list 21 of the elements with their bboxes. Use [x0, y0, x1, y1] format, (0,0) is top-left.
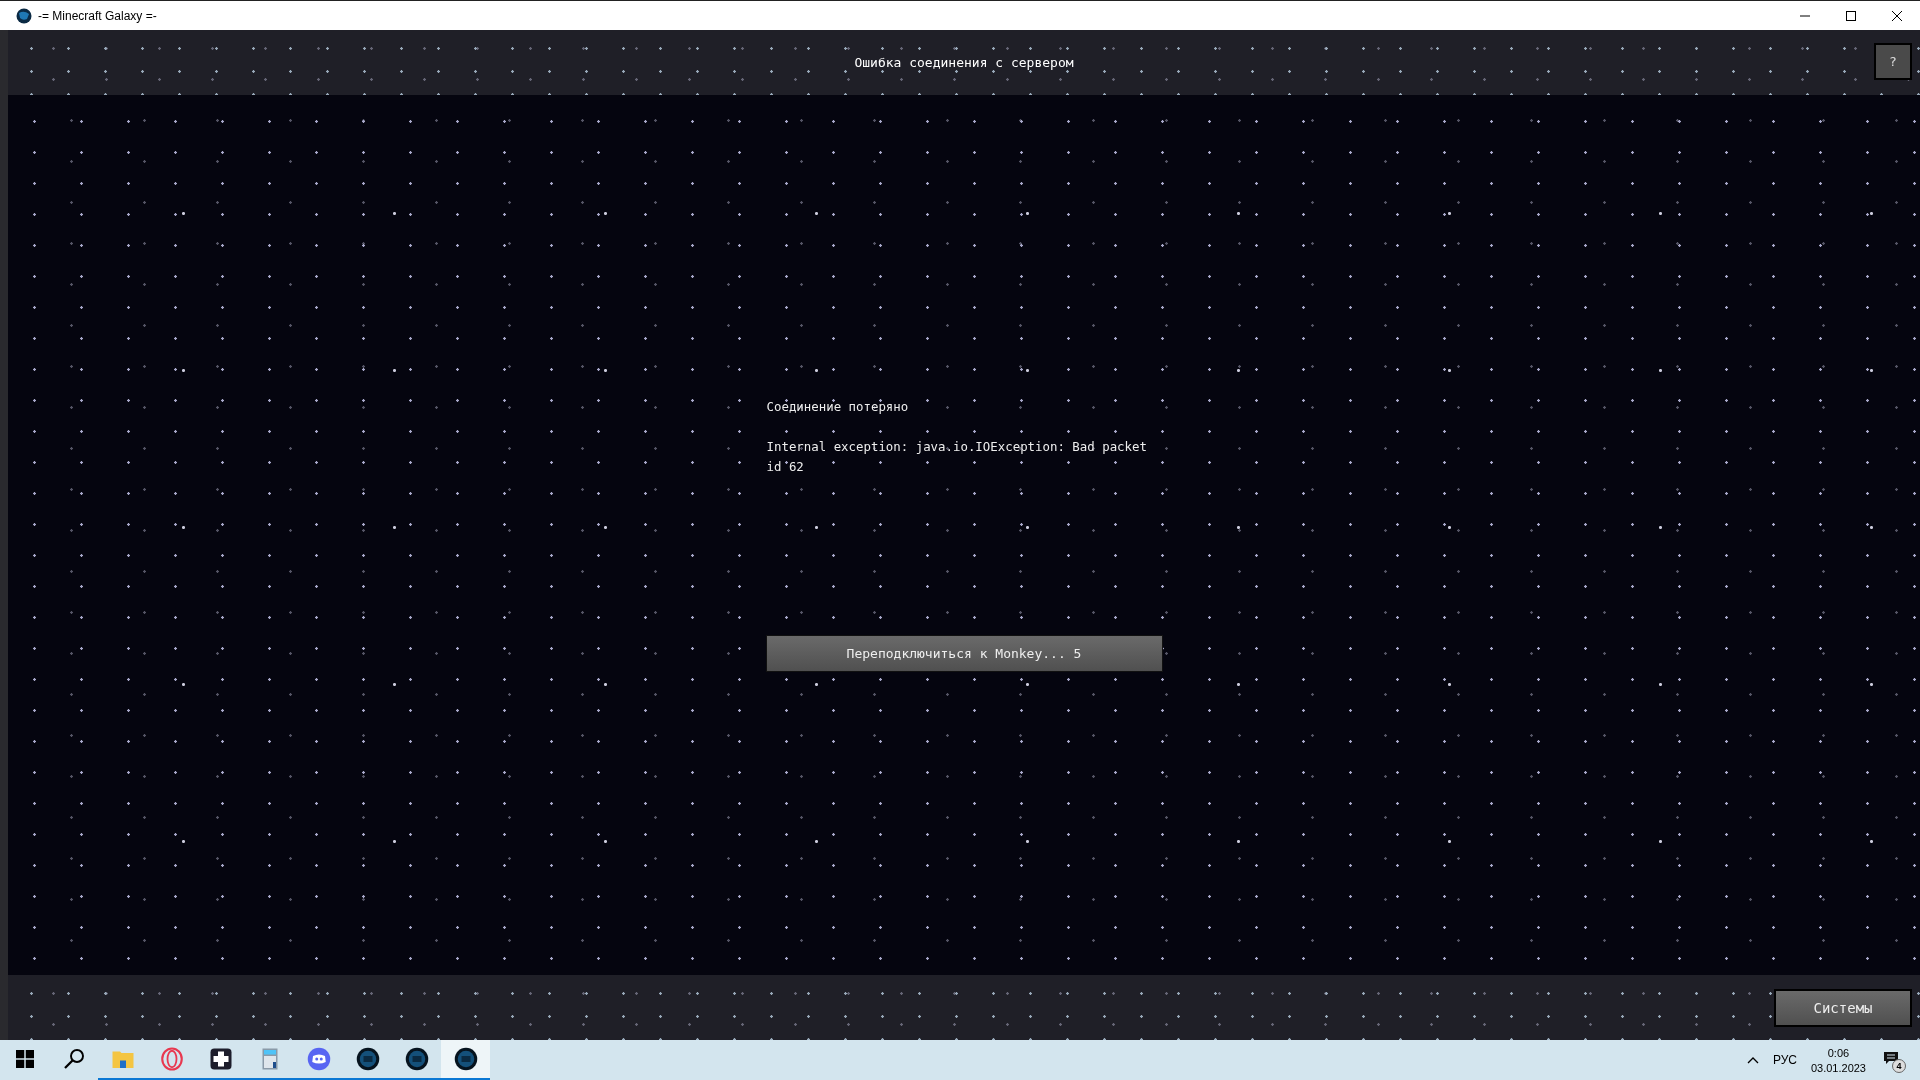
maximize-icon [1846, 10, 1856, 21]
help-button[interactable]: ? [1874, 43, 1912, 80]
caret-icon[interactable] [1746, 1056, 1759, 1064]
ring-icon [159, 1047, 184, 1071]
screen-title: Ошибка соединения с сервером [854, 55, 1074, 70]
cross-icon [208, 1047, 233, 1071]
game-controller-icon [306, 1047, 331, 1071]
globe-icon [404, 1047, 429, 1071]
globe-icon [16, 7, 32, 24]
globe-icon [355, 1047, 380, 1071]
taskbar-button[interactable] [441, 1040, 490, 1080]
window-title: -= Minecraft Galaxy =- [38, 8, 157, 23]
notification-count: 4 [1892, 1059, 1906, 1073]
reconnect-button[interactable]: Переподключиться к Monkey... 5 [765, 635, 1163, 672]
close-icon [1892, 10, 1902, 21]
message-title: Соединение потеряно [766, 398, 910, 416]
language-indicator[interactable]: РУС [1772, 1053, 1797, 1067]
systems-button[interactable]: Системы [1774, 988, 1912, 1027]
error-message: Internal exception: java.io.IOException: Bad packet id 62 [766, 438, 1148, 476]
clock[interactable]: 0:06 03.01.2023 [1810, 1046, 1866, 1074]
globe-icon [453, 1047, 478, 1071]
